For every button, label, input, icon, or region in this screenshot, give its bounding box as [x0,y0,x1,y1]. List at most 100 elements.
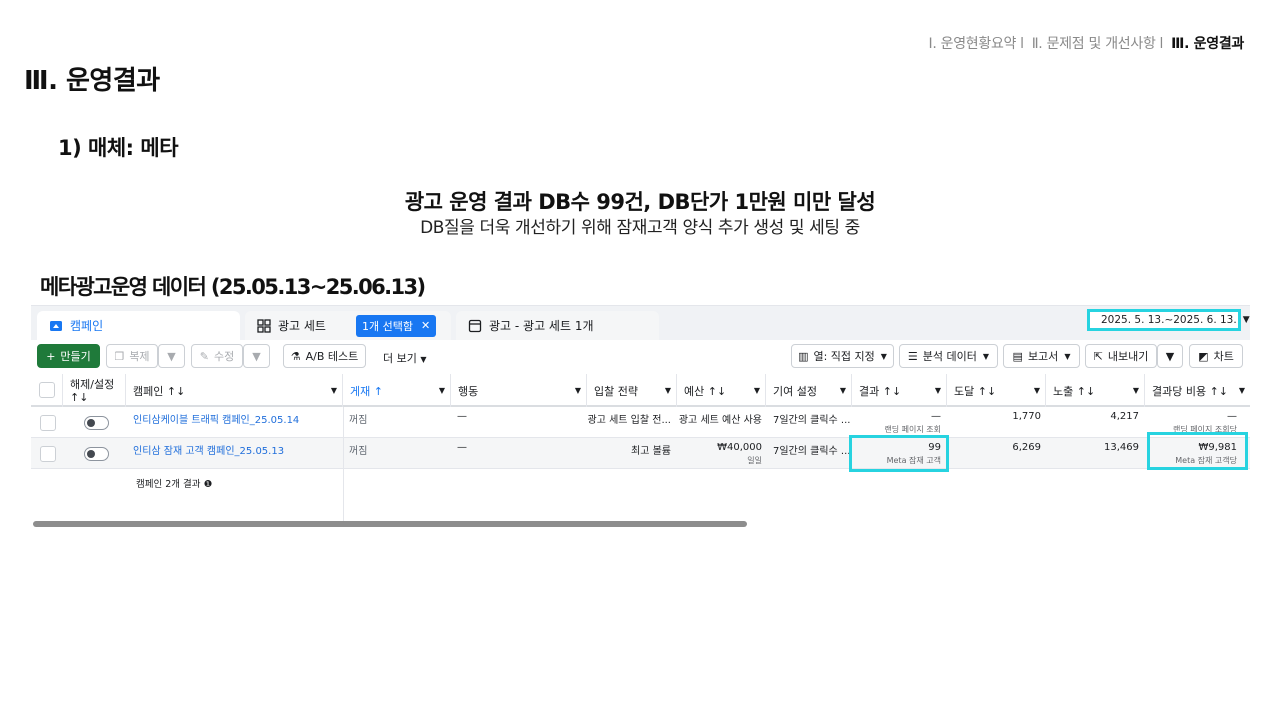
folder-icon [50,320,62,331]
duplicate-button[interactable]: ❐ 복제 [106,344,158,368]
nav-item-summary: Ⅰ. 운영현황요약 [928,36,1017,52]
tab-ad[interactable]: 광고 - 광고 세트 1개 [456,311,659,340]
column-header-bid-strategy[interactable]: 입찰 전략 ▼ [587,374,677,407]
column-header-impressions[interactable]: 노출 ↑↓ ▼ [1046,374,1145,407]
budget-cell: 광고 세트 예산 사용 [677,407,762,438]
chevron-down-icon: ▼ [880,351,887,361]
columns-icon: ▥ [798,349,809,363]
horizontal-scrollbar[interactable] [33,521,747,527]
export-button[interactable]: ⇱ 내보내기 [1085,344,1157,368]
bid-strategy-cell: 최고 볼륨 [631,446,671,457]
tab-adset[interactable]: 광고 세트 1개 선택함 ✕ [245,311,451,340]
column-header-budget-label: 예산 ↑↓ [684,384,727,398]
breakdown-button[interactable]: ☰ 분석 데이터 ▼ [899,344,998,368]
column-header-attribution[interactable]: 기여 설정 ▼ [766,374,852,407]
results-cell: — 랜딩 페이지 조회 [852,407,941,438]
row-checkbox[interactable] [40,415,56,431]
delivery-status: 꺼짐 [349,446,368,457]
nav-item-results: Ⅲ. 운영결과 [1171,36,1244,52]
flask-icon: ⚗ [290,349,301,363]
edit-dropdown[interactable]: ▼ [243,344,270,368]
budget-period: 일일 [747,456,762,465]
chart-button[interactable]: ◩ 차트 [1189,344,1243,368]
export-dropdown[interactable]: ▼ [1157,344,1183,368]
slide: Ⅰ. 운영현황요약 l Ⅱ. 문제점 및 개선사항 l Ⅲ. 운영결과 Ⅲ. 운영결과 … [0,0,1280,720]
nav-separator: l [1020,36,1024,52]
chevron-down-icon: ▼ [574,386,581,395]
table-row[interactable]: 인티삼케이블 트래픽 캠페인_25.05.14 꺼짐 — 광고 세트 입찰 전.… [31,407,1250,438]
report-icon: ▤ [1012,349,1023,363]
info-icon[interactable]: ❶ [204,479,213,490]
breakdown-label: 분석 데이터 [922,350,977,363]
chevron-down-icon: ▼ [330,386,337,395]
cost-value: — [1227,411,1237,422]
breakdown-icon: ☰ [907,349,918,363]
column-header-budget[interactable]: 예산 ↑↓ ▼ [677,374,766,407]
reach-cell: 1,770 [1012,411,1041,422]
reports-button[interactable]: ▤ 보고서 ▼ [1003,344,1080,368]
actions-cell: — [457,442,467,453]
bid-strategy-cell: 광고 세트 입찰 전... [587,415,671,426]
campaign-toggle[interactable] [84,447,109,461]
cost-highlight [1147,432,1248,470]
date-range-label: 2025. 5. 13.~2025. 6. 13. [1101,314,1237,326]
chevron-down-icon: ▼ [1242,315,1250,325]
column-header-delivery-label: 게재 ↑ [350,384,383,398]
more-button[interactable]: 더 보기 ▼ [383,350,427,366]
export-icon: ⇱ [1093,349,1103,363]
column-header-onoff-label: 해제/설정 ↑↓ [70,377,115,404]
ab-test-label: A/B 테스트 [305,350,359,363]
chart-label: 차트 [1213,350,1234,363]
date-range-picker[interactable]: 2025. 5. 13.~2025. 6. 13. ▼ [1087,309,1250,331]
results-summary: 캠페인 2개 결과 ❶ [136,476,212,490]
column-header-onoff[interactable]: 해제/설정 ↑↓ [63,374,126,407]
chevron-down-icon: ▼ [839,386,846,395]
chevron-down-icon: ▼ [1238,386,1245,395]
chevron-down-icon: ▼ [664,386,671,395]
results-value: — [931,411,941,422]
chevron-down-icon: ▼ [420,355,427,364]
headline: 광고 운영 결과 DB수 99건, DB단가 1만원 미만 달성 [404,190,876,214]
column-header-cost-per-result[interactable]: 결과당 비용 ↑↓ ▼ [1145,374,1250,407]
chevron-down-icon: ▼ [438,386,445,395]
table-row[interactable]: 인티삼 잠재 고객 캠페인_25.05.13 꺼짐 — 최고 볼륨 ₩40,00… [31,432,1250,472]
duplicate-dropdown[interactable]: ▼ [158,344,185,368]
column-header-campaign[interactable]: 캠페인 ↑↓ ▼ [126,374,343,407]
campaign-name-link[interactable]: 인티삼 잠재 고객 캠페인_25.05.13 [133,438,284,469]
columns-button[interactable]: ▥ 열: 직접 지정 ▼ [791,344,894,368]
toolbar: + 만들기 ❐ 복제 ▼ ✎ 수정 ▼ ⚗ A/B 테스트 더 보기 ▼ ▥ 열: 직접 … [31,344,1250,372]
chevron-down-icon: ▼ [1064,351,1071,361]
create-button[interactable]: + 만들기 [37,344,100,368]
row-checkbox[interactable] [40,446,56,462]
tab-ad-label: 광고 - 광고 세트 1개 [489,319,594,333]
ab-test-button[interactable]: ⚗ A/B 테스트 [283,344,366,368]
data-title: 메타광고운영 데이터 (25.05.13~25.06.13) [40,275,426,299]
selected-chip[interactable]: 1개 선택함 ✕ [355,314,437,337]
tab-campaign[interactable]: 캠페인 [37,311,240,340]
column-header-delivery[interactable]: 게재 ↑ ▼ [343,374,451,407]
grid-icon [257,318,271,333]
column-divider [343,407,344,525]
edit-button[interactable]: ✎ 수정 [191,344,243,368]
close-icon[interactable]: ✕ [421,319,430,332]
columns-label: 열: 직접 지정 [813,350,875,363]
media-title: 1) 매체: 메타 [58,136,179,160]
select-all-header [31,374,63,407]
selected-chip-label: 1개 선택함 [361,319,413,333]
chevron-down-icon: ▼ [1165,349,1175,363]
column-header-bid-label: 입찰 전략 [594,384,638,398]
chevron-down-icon: ▼ [167,349,176,363]
column-header-results-label: 결과 ↑↓ [859,384,902,398]
column-header-reach[interactable]: 도달 ↑↓ ▼ [947,374,1046,407]
column-header-actions[interactable]: 행동 ▼ [451,374,587,407]
column-header-impressions-label: 노출 ↑↓ [1053,384,1096,398]
select-all-checkbox[interactable] [39,382,55,398]
chevron-down-icon: ▼ [1132,386,1139,395]
campaign-name-link[interactable]: 인티삼케이블 트래픽 캠페인_25.05.14 [133,407,299,438]
reports-label: 보고서 [1027,350,1059,363]
create-label: 만들기 [60,350,91,363]
budget-value: ₩40,000 [717,442,762,453]
campaign-toggle[interactable] [84,416,109,430]
chevron-down-icon: ▼ [252,349,261,363]
column-header-results[interactable]: 결과 ↑↓ ▼ [852,374,947,407]
